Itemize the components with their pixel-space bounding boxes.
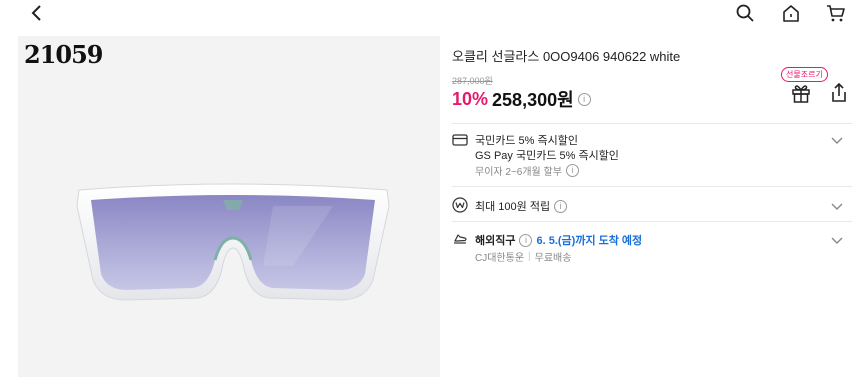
product-title: 오클리 선글라스 0OO9406 940622 white [452,49,681,64]
credit-card-icon [452,134,468,146]
shipping-row: 해외직구 i 6. 5.(금)까지 도착 예정 [475,232,642,248]
price-info-icon[interactable]: i [577,92,591,106]
cart-icon[interactable] [823,0,849,26]
divider [452,123,852,124]
divider [452,186,852,187]
carrier-name: CJ대한통운 [475,253,525,264]
installment-info-icon[interactable]: i [565,164,579,177]
shipping-fee: 무료배송 [534,253,572,264]
points-label: 최대 100원 적립 [475,201,551,213]
product-image[interactable]: 21059 [18,36,440,377]
sale-price: 258,300원 [492,90,574,110]
search-icon[interactable] [732,0,758,26]
gift-icon[interactable] [790,82,812,104]
carrier-separator: | [528,251,531,262]
shipping-label: 해외직구 [475,235,516,247]
chevron-down-icon[interactable] [830,199,844,213]
installment-row: 무이자 2~6개월 할부 i [475,163,579,178]
shipping-info-icon[interactable]: i [519,233,533,247]
card-benefit-line2: GS Pay 국민카드 5% 즉시할인 [475,150,619,162]
sunglasses-image [76,183,390,301]
installment-text: 무이자 2~6개월 할부 [475,167,562,178]
chevron-down-icon[interactable] [830,233,844,247]
divider [452,221,852,222]
points-info-icon[interactable]: i [554,199,568,213]
price-row: 10% 258,300원 i [452,86,591,112]
back-icon[interactable] [24,0,50,26]
points-row: 최대 100원 적립 i [475,198,568,214]
chevron-down-icon[interactable] [830,133,844,147]
arrival-date: 6. 5.(금)까지 도착 예정 [536,235,643,247]
home-icon[interactable] [778,0,804,26]
card-benefit-line1: 국민카드 5% 즉시할인 [475,135,578,147]
gift-request-badge[interactable]: 선물조르기 [781,67,828,82]
share-icon[interactable] [828,82,850,104]
points-w-icon [452,197,468,213]
discount-rate: 10% [452,88,489,109]
top-bar [0,0,860,28]
image-number-label: 21059 [24,40,103,69]
overseas-shipping-icon [454,234,467,244]
carrier-row: CJ대한통운 | 무료배송 [475,249,571,264]
